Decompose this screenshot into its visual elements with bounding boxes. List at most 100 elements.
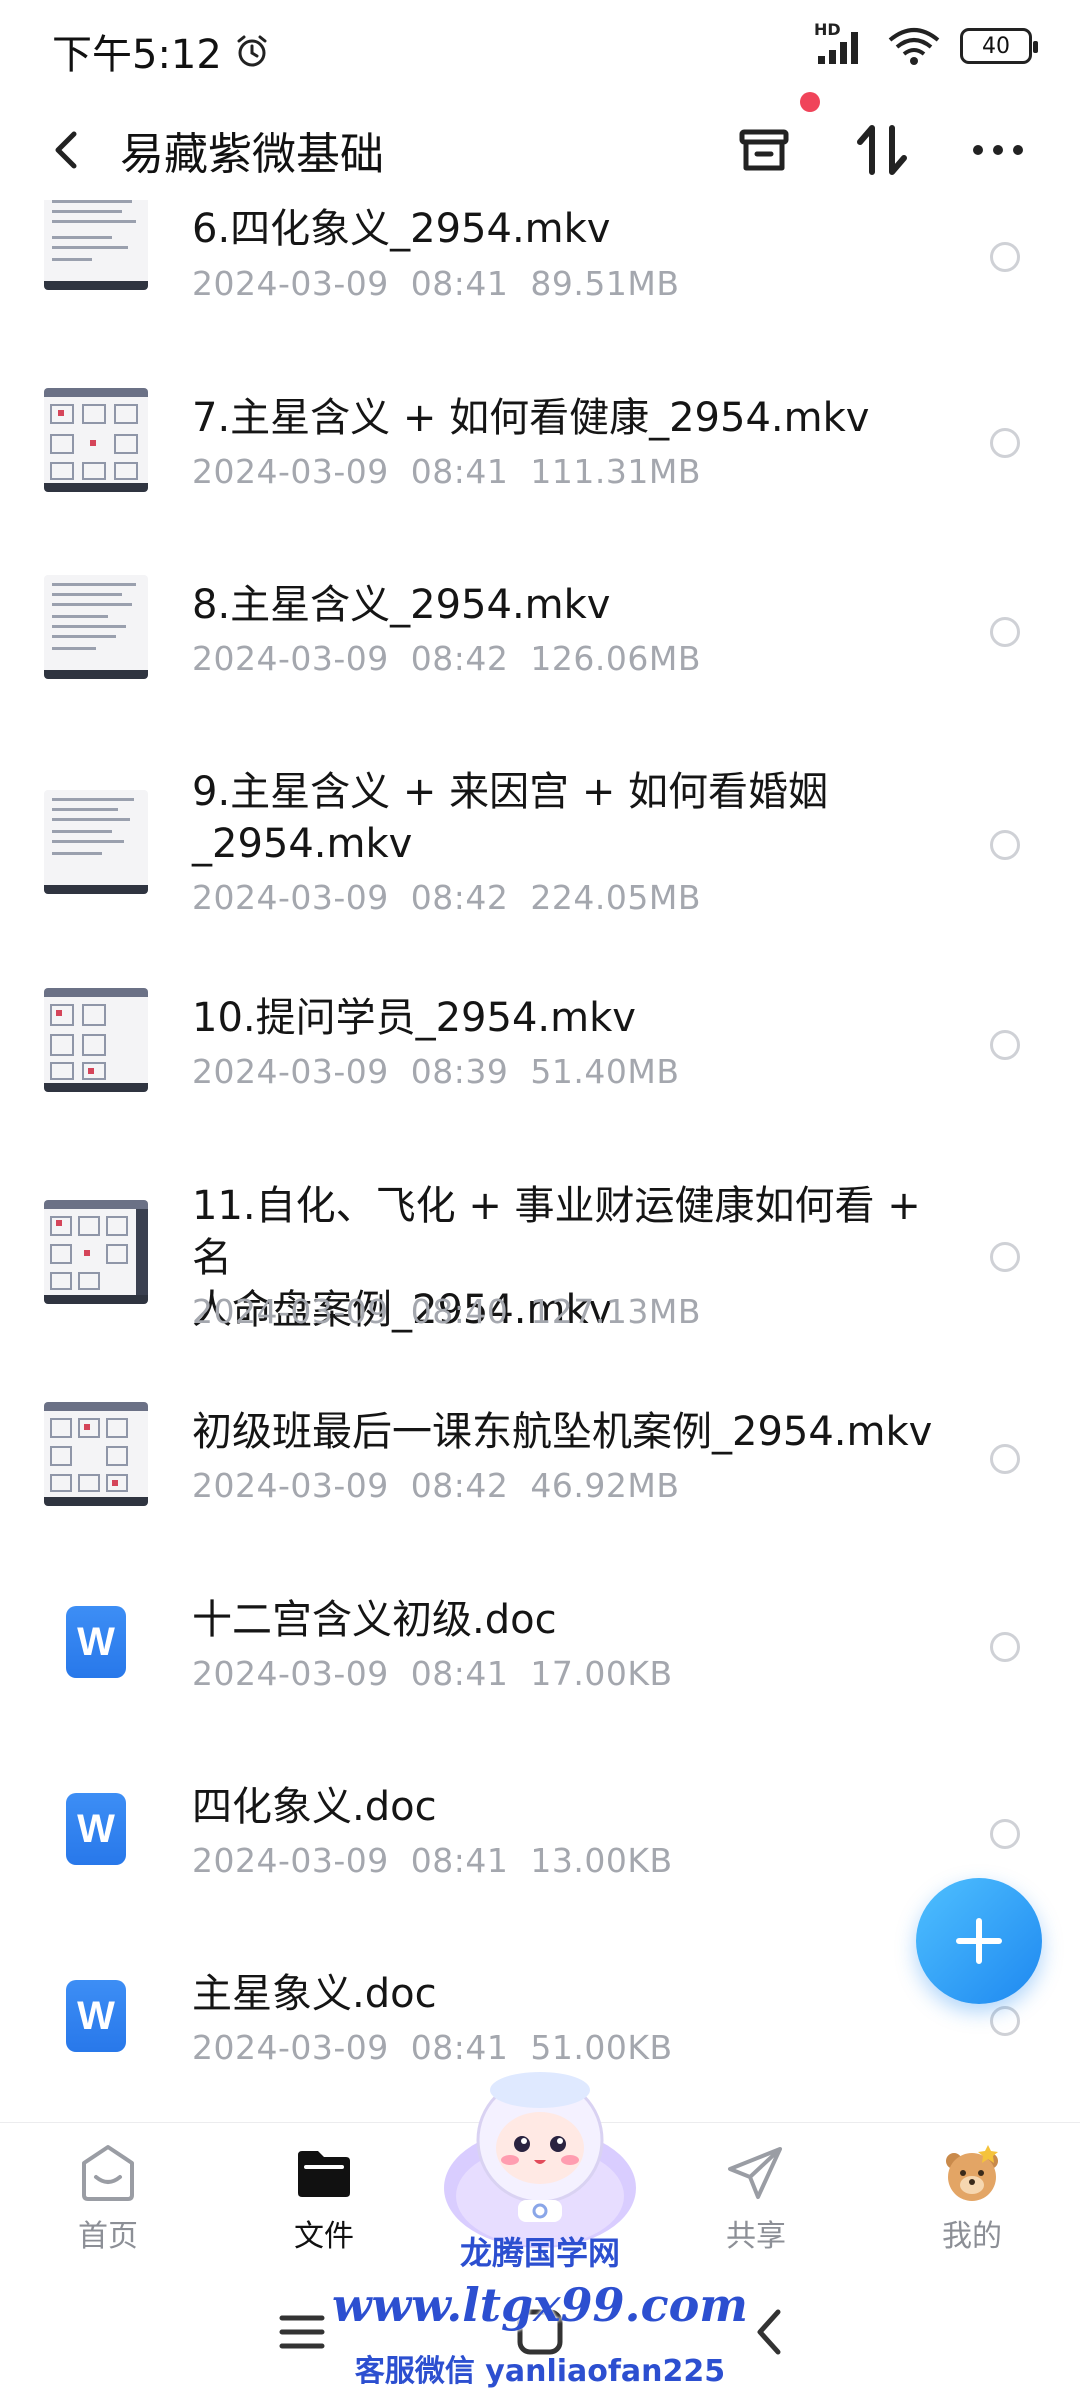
file-size: 17.00KB: [530, 1654, 673, 1693]
file-size: 111.31MB: [530, 452, 701, 491]
file-row[interactable]: 9.主星含义 + 来因宫 + 如何看婚姻 _2954.mkv 2024-03-0…: [0, 762, 1080, 942]
file-meta: 2024-03-09 08:41 17.00KB: [192, 1654, 673, 1693]
file-time: 08:41: [410, 1841, 509, 1880]
file-size: 46.92MB: [530, 1466, 680, 1505]
page-title: 易藏紫微基础: [120, 129, 384, 180]
select-checkbox[interactable]: [990, 830, 1020, 860]
word-doc-icon: W: [66, 1606, 126, 1678]
back-icon[interactable]: [40, 122, 96, 178]
status-bar: 下午5:12 HD 40: [0, 0, 1080, 100]
file-time: 08:39: [410, 1052, 509, 1091]
file-name: 6.四化象义_2954.mkv: [192, 206, 611, 252]
file-meta: 2024-03-09 08:41 13.00KB: [192, 1841, 673, 1880]
file-size: 224.05MB: [530, 878, 701, 917]
recycle-bin-icon[interactable]: [730, 116, 798, 184]
video-thumbnail: [44, 388, 148, 492]
file-time: 08:42: [410, 639, 509, 678]
folder-icon: [298, 2151, 350, 2197]
file-row[interactable]: 初级班最后一课东航坠机案例_2954.mkv 2024-03-09 08:42 46…: [0, 1402, 1080, 1522]
video-thumbnail: [44, 988, 148, 1092]
video-thumbnail: [44, 1200, 148, 1304]
select-checkbox[interactable]: [990, 2006, 1020, 2036]
file-row[interactable]: 8.主星含义_2954.mkv 2024-03-09 08:42 126.06MB: [0, 575, 1080, 695]
file-time: 08:41: [410, 1654, 509, 1693]
select-checkbox[interactable]: [990, 1030, 1020, 1060]
alarm-icon: [237, 35, 267, 67]
file-name: 四化象义.doc: [192, 1784, 437, 1830]
add-button[interactable]: [916, 1878, 1042, 2004]
watermark-url: www.ltgx99.com: [332, 2278, 748, 2332]
file-name: 7.主星含义 + 如何看健康_2954.mkv: [192, 395, 870, 441]
file-meta: 2024-03-09 08:42 224.05MB: [192, 878, 701, 917]
mascot-icon[interactable]: [438, 2060, 642, 2252]
file-row[interactable]: 7.主星含义 + 如何看健康_2954.mkv 2024-03-09 08:41 1…: [0, 388, 1080, 508]
file-date: 2024-03-09: [192, 452, 389, 491]
watermark-title: 龙腾国学网: [459, 2234, 620, 2272]
file-date: 2024-03-09: [192, 264, 389, 303]
file-row[interactable]: 10.提问学员_2954.mkv 2024-03-09 08:39 51.40MB: [0, 988, 1080, 1108]
status-time-wrap: 下午5:12: [52, 22, 270, 80]
select-checkbox[interactable]: [990, 1242, 1020, 1272]
file-name: 10.提问学员_2954.mkv: [192, 995, 636, 1041]
select-checkbox[interactable]: [990, 242, 1020, 272]
file-row[interactable]: W 十二宫含义初级.doc 2024-03-09 08:41 17.00KB: [0, 1590, 1080, 1710]
video-thumbnail: [44, 790, 148, 894]
file-date: 2024-03-09: [192, 639, 389, 678]
file-time: 08:40: [410, 1292, 509, 1331]
file-size: 89.51MB: [530, 264, 680, 303]
file-list: 6.四化象义_2954.mkv 2024-03-09 08:41 89.51MB 7…: [0, 200, 1080, 2120]
file-name: 8.主星含义_2954.mkv: [192, 582, 611, 628]
select-checkbox[interactable]: [990, 428, 1020, 458]
file-meta: 2024-03-09 08:42 126.06MB: [192, 639, 701, 678]
file-date: 2024-03-09: [192, 878, 389, 917]
file-row[interactable]: W 四化象义.doc 2024-03-09 08:41 13.00KB: [0, 1777, 1080, 1897]
file-date: 2024-03-09: [192, 2028, 389, 2067]
share-icon: [728, 2147, 782, 2199]
file-date: 2024-03-09: [192, 1841, 389, 1880]
select-checkbox[interactable]: [990, 1819, 1020, 1849]
file-date: 2024-03-09: [192, 1052, 389, 1091]
watermark-contact: 客服微信 yanliaofan225: [354, 2354, 726, 2389]
notification-badge: [800, 92, 820, 112]
word-doc-icon: W: [66, 1793, 126, 1865]
file-size: 127.13MB: [530, 1292, 701, 1331]
file-meta: 2024-03-09 08:41 89.51MB: [192, 264, 679, 303]
file-row[interactable]: 6.四化象义_2954.mkv 2024-03-09 08:41 89.51MB: [0, 200, 1080, 320]
file-time: 08:41: [410, 452, 509, 491]
file-name: 9.主星含义 + 来因宫 + 如何看婚姻 _2954.mkv: [192, 766, 952, 870]
file-time: 08:41: [410, 264, 509, 303]
file-meta: 2024-03-09 08:40 127.13MB: [192, 1292, 701, 1331]
file-name: 初级班最后一课东航坠机案例_2954.mkv: [192, 1409, 933, 1455]
file-date: 2024-03-09: [192, 1654, 389, 1693]
file-date: 2024-03-09: [192, 1292, 389, 1331]
file-row[interactable]: 11.自化、飞化 + 事业财运健康如何看 + 名 人命盘案例_2954.mkv …: [0, 1176, 1080, 1356]
file-time: 08:42: [410, 878, 509, 917]
file-date: 2024-03-09: [192, 1466, 389, 1505]
status-icons: HD 40: [814, 20, 1038, 66]
more-icon[interactable]: [964, 116, 1032, 184]
file-meta: 2024-03-09 08:42 46.92MB: [192, 1466, 679, 1505]
select-checkbox[interactable]: [990, 1632, 1020, 1662]
video-thumbnail: [44, 1402, 148, 1506]
file-meta: 2024-03-09 08:41 111.31MB: [192, 452, 701, 491]
file-name-line: 11.自化、飞化 + 事业财运健康如何看 + 名: [192, 1183, 921, 1281]
file-name-line: _2954.mkv: [192, 821, 413, 867]
home-icon: [82, 2145, 134, 2201]
app-header: 易藏紫微基础: [0, 100, 1080, 200]
word-doc-icon: W: [66, 1980, 126, 2052]
select-checkbox[interactable]: [990, 1444, 1020, 1474]
file-name-line: 9.主星含义 + 来因宫 + 如何看婚姻: [192, 769, 829, 815]
battery-icon: 40: [960, 28, 1038, 64]
battery-level: 40: [982, 33, 1010, 59]
file-time: 08:42: [410, 1466, 509, 1505]
video-thumbnail: [44, 200, 148, 290]
file-name: 十二宫含义初级.doc: [192, 1597, 557, 1643]
select-checkbox[interactable]: [990, 617, 1020, 647]
signal-icon: HD: [814, 20, 868, 66]
sort-icon[interactable]: [848, 116, 916, 184]
file-size: 51.40MB: [530, 1052, 680, 1091]
profile-icon: [946, 2145, 998, 2201]
plus-icon: [956, 1918, 1002, 1964]
file-meta: 2024-03-09 08:39 51.40MB: [192, 1052, 679, 1091]
status-time: 下午5:12: [52, 32, 222, 78]
